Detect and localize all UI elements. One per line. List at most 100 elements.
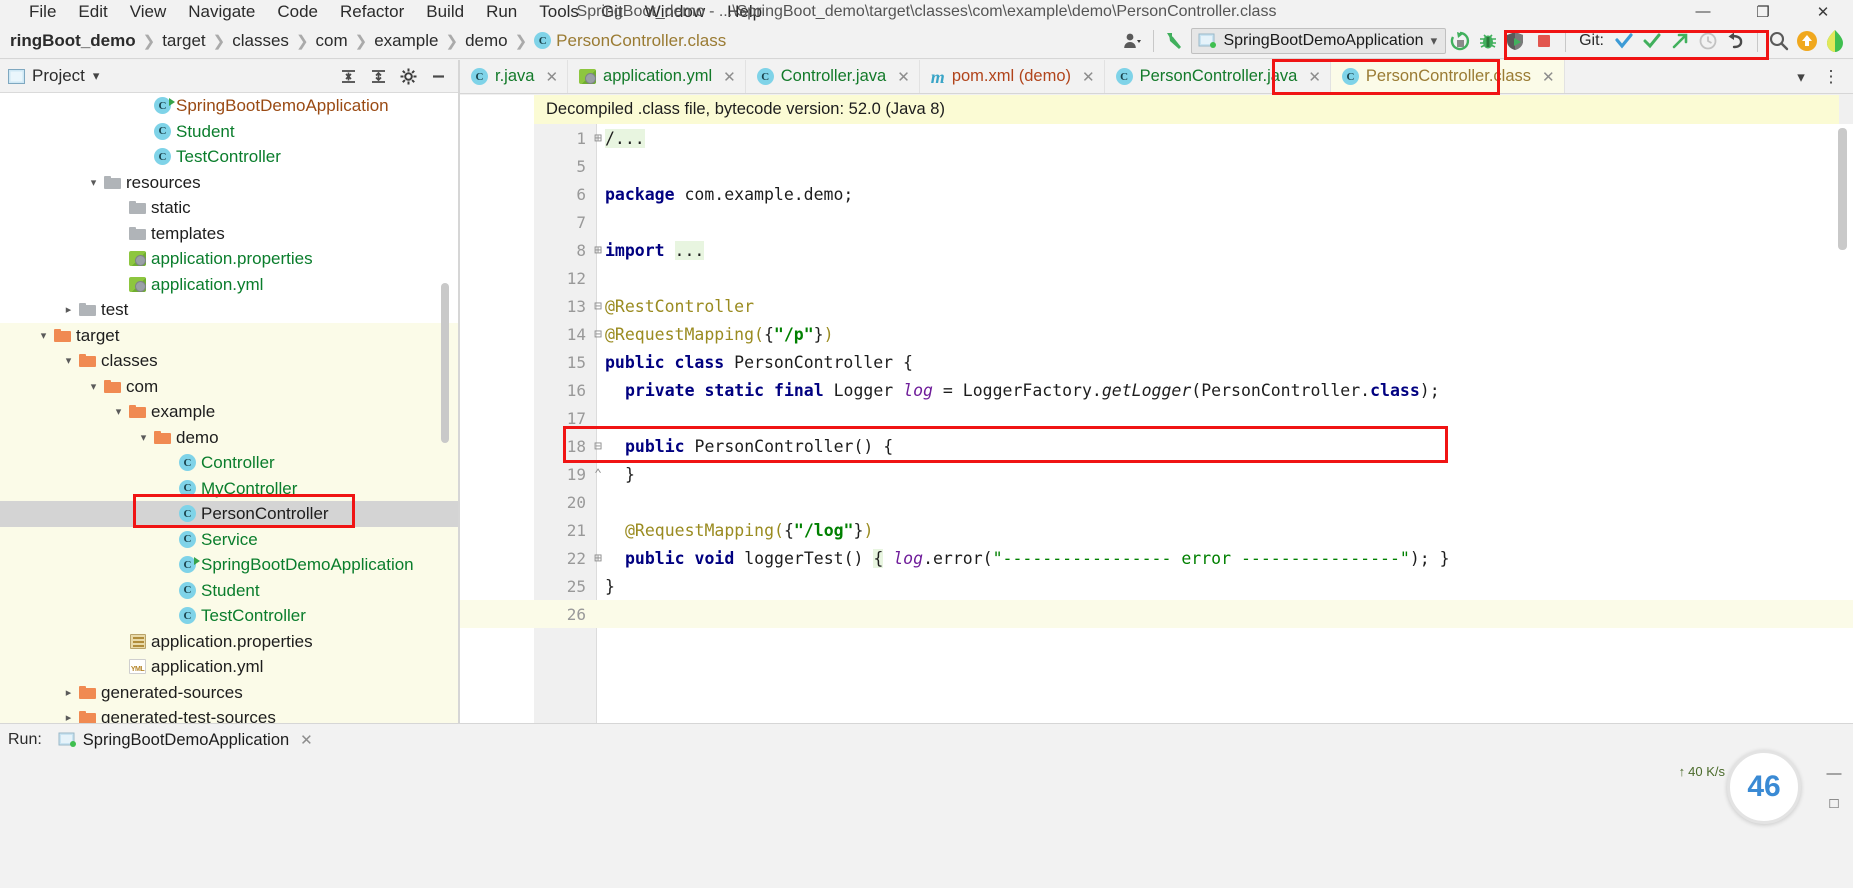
fold-marker-icon[interactable]: ⊞	[591, 551, 605, 566]
menu-file[interactable]: File	[18, 0, 67, 23]
tray-minimize-icon[interactable]: —	[1821, 762, 1847, 784]
project-tree[interactable]: C SpringBootDemoApplication C Student C TestC…	[0, 93, 458, 723]
tab-list-chevron-icon[interactable]: ▾	[1787, 63, 1815, 91]
hide-panel-icon[interactable]	[424, 62, 452, 90]
tree-node-target[interactable]: ▾ target	[0, 322, 458, 348]
settings-gear-icon[interactable]	[394, 62, 422, 90]
code-line-15[interactable]: 15 public class PersonController {	[460, 348, 1853, 376]
close-icon[interactable]: ✕	[300, 731, 313, 749]
updates-available-icon[interactable]	[1793, 27, 1821, 55]
fold-marker-icon[interactable]: ⊞	[591, 243, 605, 258]
floating-widget[interactable]: 46	[1727, 750, 1801, 824]
code-line-6[interactable]: 6 package com.example.demo;	[460, 180, 1853, 208]
editor-tab-personcontroller-class[interactable]: C PersonController.class ✕	[1330, 60, 1565, 93]
tree-scrollbar[interactable]	[441, 283, 449, 443]
tree-node-application-yml[interactable]: application.yml	[0, 272, 458, 298]
menu-build[interactable]: Build	[415, 0, 475, 23]
chevron-down-icon[interactable]: ▾	[85, 378, 102, 395]
editor-tab-pom-xml-demo-[interactable]: m pom.xml (demo) ✕	[920, 60, 1105, 93]
tree-node-testcontroller[interactable]: C TestController	[0, 603, 458, 629]
code-line-22[interactable]: 22 ⊞ public void loggerTest() { log.error(…	[460, 544, 1853, 572]
code-line-5[interactable]: 5	[460, 152, 1853, 180]
code-line-13[interactable]: 13 ⊟ @RestController	[460, 292, 1853, 320]
fold-marker-icon[interactable]: ⊞	[591, 131, 605, 146]
minimize-button[interactable]: —	[1673, 0, 1733, 23]
build-hammer-icon[interactable]	[1161, 27, 1189, 55]
tree-node-templates[interactable]: templates	[0, 221, 458, 247]
chevron-down-icon[interactable]: ▾	[93, 68, 100, 84]
tab-options-icon[interactable]: ⋮	[1817, 63, 1845, 91]
code-line-17[interactable]: 17	[460, 404, 1853, 432]
code-line-18[interactable]: 18 ⊟ public PersonController() {	[460, 432, 1853, 460]
tree-node-test[interactable]: ▸ test	[0, 297, 458, 323]
breadcrumb-file[interactable]: C PersonController.class	[528, 31, 732, 51]
git-commit-icon[interactable]	[1638, 27, 1666, 55]
tray-restore-icon[interactable]: □	[1821, 792, 1847, 814]
close-icon[interactable]: ✕	[897, 68, 910, 86]
code-line-8[interactable]: 8 ⊞ import ...	[460, 236, 1853, 264]
code-line-16[interactable]: 16 private static final Logger log = Logg…	[460, 376, 1853, 404]
maximize-button[interactable]: ❐	[1733, 0, 1793, 23]
inspection-widget-icon[interactable]	[1821, 27, 1849, 55]
code-editor[interactable]: 1 ⊞/... 5 6 package com.example.demo; 7 8 ⊞ impo…	[460, 124, 1853, 723]
tree-node-com[interactable]: ▾ com	[0, 373, 458, 399]
tree-node-personcontroller[interactable]: C PersonController	[0, 501, 458, 527]
tree-node-controller[interactable]: C Controller	[0, 450, 458, 476]
menu-view[interactable]: View	[119, 0, 178, 23]
code-line-26[interactable]: 26	[460, 600, 1853, 628]
account-icon[interactable]	[1118, 27, 1146, 55]
chevron-down-icon[interactable]: ▾	[135, 429, 152, 446]
close-icon[interactable]: ✕	[1308, 68, 1321, 86]
rerun-icon[interactable]	[1446, 27, 1474, 55]
run-tab[interactable]: SpringBootDemoApplication ✕	[50, 731, 321, 750]
menu-navigate[interactable]: Navigate	[177, 0, 266, 23]
tree-node-example[interactable]: ▾ example	[0, 399, 458, 425]
code-line-25[interactable]: 25}	[460, 572, 1853, 600]
chevron-right-icon[interactable]: ▸	[60, 301, 77, 318]
git-push-icon[interactable]	[1666, 27, 1694, 55]
tree-node-demo[interactable]: ▾ demo	[0, 424, 458, 450]
chevron-right-icon[interactable]: ▸	[60, 709, 77, 723]
fold-marker-icon[interactable]: ⌃	[591, 467, 605, 482]
menu-tools[interactable]: Tools	[528, 0, 590, 23]
breadcrumb-project[interactable]: ringBoot_demo	[4, 31, 142, 51]
git-rollback-icon[interactable]	[1722, 27, 1750, 55]
breadcrumb-classes[interactable]: classes	[226, 31, 295, 51]
git-update-icon[interactable]	[1610, 27, 1638, 55]
chevron-down-icon[interactable]: ▾	[85, 174, 102, 191]
tree-node-student[interactable]: C Student	[0, 119, 458, 145]
tree-node-mycontroller[interactable]: C MyController	[0, 475, 458, 501]
menu-code[interactable]: Code	[266, 0, 329, 23]
code-line-20[interactable]: 20	[460, 488, 1853, 516]
code-line-19[interactable]: 19 ⌃}	[460, 460, 1853, 488]
menu-git[interactable]: Git	[590, 0, 634, 23]
tree-node-springbootdemoapplication[interactable]: C SpringBootDemoApplication	[0, 552, 458, 578]
code-line-7[interactable]: 7	[460, 208, 1853, 236]
close-icon[interactable]: ✕	[1082, 68, 1095, 86]
menu-window[interactable]: Window	[634, 0, 716, 23]
editor-tab-application-yml[interactable]: application.yml ✕	[568, 60, 746, 93]
tree-node-resources[interactable]: ▾ resources	[0, 170, 458, 196]
fold-marker-icon[interactable]: ⊟	[591, 327, 605, 342]
expand-all-icon[interactable]	[364, 62, 392, 90]
chevron-down-icon[interactable]: ▾	[110, 403, 127, 420]
chevron-right-icon[interactable]: ▸	[60, 684, 77, 701]
menu-refactor[interactable]: Refactor	[329, 0, 415, 23]
close-button[interactable]: ✕	[1793, 0, 1853, 23]
run-coverage-icon[interactable]	[1502, 27, 1530, 55]
editor-tab-controller-java[interactable]: C Controller.java ✕	[746, 60, 920, 93]
code-line-12[interactable]: 12	[460, 264, 1853, 292]
debug-bug-icon[interactable]	[1474, 27, 1502, 55]
editor-tab-r-java[interactable]: Cr.java ✕	[460, 60, 569, 93]
stop-icon[interactable]	[1530, 27, 1558, 55]
breadcrumb-com[interactable]: com	[310, 31, 354, 51]
fold-marker-icon[interactable]: ⊟	[591, 439, 605, 454]
code-lines[interactable]: 1 ⊞/... 5 6 package com.example.demo; 7 8 ⊞ impo…	[460, 124, 1853, 723]
fold-marker-icon[interactable]: ⊟	[591, 299, 605, 314]
close-icon[interactable]: ✕	[723, 68, 736, 86]
tree-node-classes[interactable]: ▾ classes	[0, 348, 458, 374]
tree-node-application-properties[interactable]: application.properties	[0, 628, 458, 654]
tree-node-student[interactable]: C Student	[0, 577, 458, 603]
breadcrumb-example[interactable]: example	[368, 31, 444, 51]
menu-edit[interactable]: Edit	[67, 0, 118, 23]
